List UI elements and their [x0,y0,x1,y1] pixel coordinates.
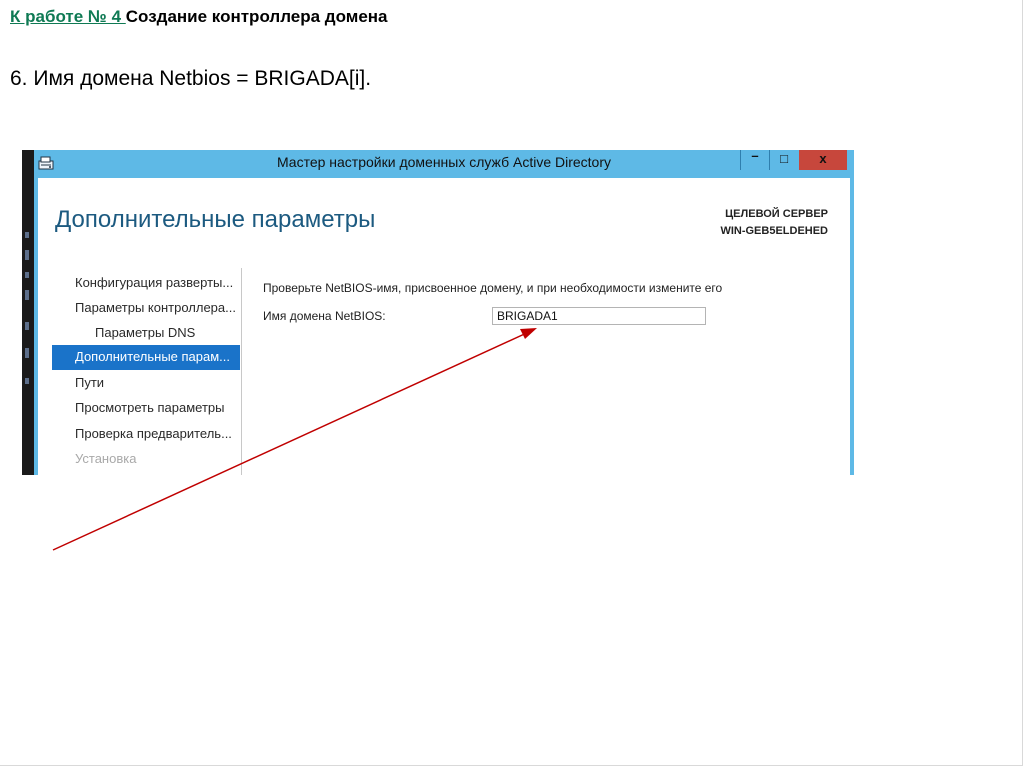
nav-item-dns-options[interactable]: Параметры DNS [38,321,240,346]
minimize-icon: – [751,150,759,163]
slide-title-text: Создание контроллера домена [125,7,388,26]
step-text: 6. Имя домена Netbios = BRIGADA[i]. [10,67,372,90]
target-server-info: ЦЕЛЕВОЙ СЕРВЕР WIN-GEB5ELDEHED [720,206,828,240]
wizard-screenshot: Мастер настройки доменных служб Active D… [22,150,854,475]
nav-item-prerequisites-check[interactable]: Проверка предваритель... [38,422,240,447]
maximize-icon: □ [780,151,788,166]
slide-title: К работе № 4 Создание контроллера домена [10,7,388,27]
maximize-button[interactable]: □ [769,150,798,170]
nav-item-review-options[interactable]: Просмотреть параметры [38,396,240,421]
nav-divider [241,268,242,475]
minimize-button[interactable]: – [740,150,769,170]
nav-item-dc-options[interactable]: Параметры контроллера... [38,296,240,321]
title-bar[interactable]: Мастер настройки доменных служб Active D… [34,150,854,178]
close-icon: x [819,151,827,166]
target-server-label: ЦЕЛЕВОЙ СЕРВЕР [725,208,828,220]
instruction-text: Проверьте NetBIOS-имя, присвоенное домен… [263,281,723,295]
close-button[interactable]: x [799,150,847,170]
wizard-content: Дополнительные параметры ЦЕЛЕВОЙ СЕРВЕР … [38,178,850,475]
window-title: Мастер настройки доменных служб Active D… [276,154,612,170]
work-link[interactable]: К работе № 4 [10,7,126,26]
wizard-nav: Конфигурация разверты... Параметры контр… [38,268,240,475]
netbios-name-input[interactable] [492,307,706,325]
nav-item-paths[interactable]: Пути [38,371,240,396]
nav-item-deployment-config[interactable]: Конфигурация разверты... [38,271,240,296]
nav-item-additional-options[interactable]: Дополнительные парам... [52,345,240,370]
wizard-window: Мастер настройки доменных служб Active D… [34,150,854,475]
page-heading: Дополнительные параметры [55,206,376,233]
target-server-name: WIN-GEB5ELDEHED [720,225,828,237]
background-strip [22,150,34,475]
nav-item-installation: Установка [75,451,137,466]
netbios-label: Имя домена NetBIOS: [263,309,386,323]
